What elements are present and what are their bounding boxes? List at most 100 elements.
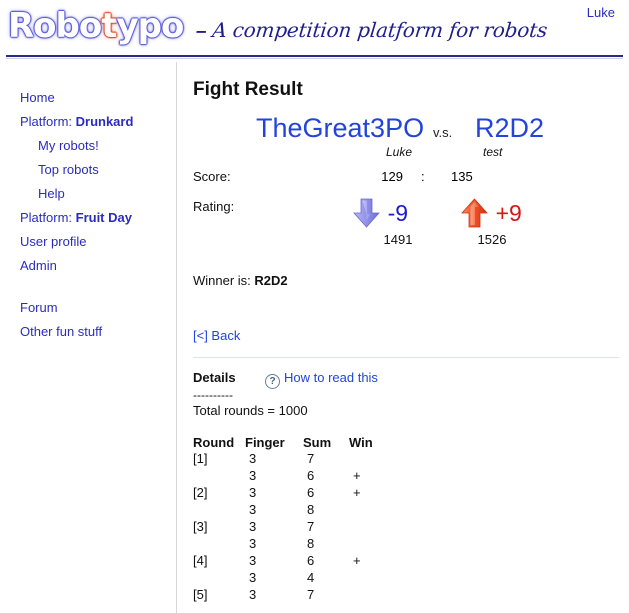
score-left-value: 129 [381,169,403,184]
cell-finger: 3 [249,468,257,483]
cell-win [349,536,391,553]
sidebar-item-user-profile[interactable]: User profile [0,230,176,254]
cell-round: [1] [193,451,208,466]
table-row: 3 8 [193,502,391,519]
sidebar-item-platform-drunkard[interactable]: Platform: Drunkard [0,110,176,134]
left-robot-owner: Luke [386,145,413,159]
sidebar-link-admin[interactable]: Admin [20,258,57,273]
sidebar-item-forum[interactable]: Forum [0,296,176,320]
right-delta-line: +9 [461,197,523,231]
column-header-sum: Sum [303,435,332,450]
winner-label: Winner is: [193,273,251,288]
sidebar-link-forum[interactable]: Forum [20,300,58,315]
right-robot-name[interactable]: R2D2 [475,113,544,143]
right-rating-block: +9 1526 [461,197,523,247]
fight-matchup: TheGreat3PO v.s. R2D2 Luke test [193,113,619,165]
left-rating-value: 1491 [383,232,413,247]
right-rating-delta: +9 [495,200,522,226]
cell-win [349,519,391,536]
versus-label: v.s. [433,125,453,140]
arrow-up-icon [461,197,489,229]
rounds-table-body: [1] 3 7 3 6 + [2] 3 6 + 3 8 [3] 3 7 3 8 … [193,451,391,604]
cell-win [349,570,391,587]
sidebar-item-home[interactable]: Home [0,86,176,110]
left-rating-block: -9 1491 [353,197,429,247]
logo-part-highlight: t [101,6,117,46]
sidebar-platform-prefix: Platform: [20,114,76,129]
cell-sum: 8 [307,536,315,551]
site-header: Robotypo – A competition platform for rob… [0,0,629,59]
cell-win: + [353,485,361,500]
cell-win: + [353,553,361,568]
sidebar-link-help[interactable]: Help [38,186,65,201]
sidebar-link-top-robots[interactable]: Top robots [38,162,99,177]
cell-finger: 3 [249,553,257,568]
right-rating-value: 1526 [477,232,507,247]
rounds-table-head: Round Finger Sum Win [193,435,391,451]
tagline-text: A competition platform for robots [211,18,549,42]
cell-round [193,502,245,519]
cell-sum: 4 [307,570,315,585]
left-robot-name[interactable]: TheGreat3PO [256,113,424,143]
tagline-dash: – [194,21,208,42]
site-logo: Robotypo [8,6,184,46]
column-header-round: Round [193,435,235,450]
rounds-table: Round Finger Sum Win [1] 3 7 3 6 + [2] 3… [193,435,391,604]
sidebar-item-my-robots[interactable]: My robots! [0,134,176,158]
question-circle-icon: ? [265,374,280,389]
score-label: Score: [193,169,231,184]
left-rating-delta: -9 [387,200,409,226]
current-user-link[interactable]: Luke [587,5,615,20]
left-delta-line: -9 [353,197,429,231]
cell-finger: 3 [249,451,257,466]
cell-round: [2] [193,485,208,500]
logo-part-1: Robo [8,6,102,46]
sidebar-list: Home Platform: Drunkard My robots! Top r… [0,62,176,344]
sidebar-link-platform-drunkard[interactable]: Drunkard [76,114,134,129]
sidebar-item-admin[interactable]: Admin [0,254,176,278]
right-robot-owner: test [483,145,503,159]
table-row: [1] 3 7 [193,451,391,468]
back-link[interactable]: [<] Back [193,328,240,343]
cell-round [193,570,245,587]
details-divider [193,357,619,358]
sidebar-item-top-robots[interactable]: Top robots [0,158,176,182]
cell-win: + [353,468,361,483]
sidebar-link-home[interactable]: Home [20,90,55,105]
sidebar-item-other-fun-stuff[interactable]: Other fun stuff [0,320,176,344]
cell-round: [4] [193,553,208,568]
table-row: [2] 3 6 + [193,485,391,502]
cell-finger: 3 [249,485,257,500]
page-body: Home Platform: Drunkard My robots! Top r… [0,62,629,613]
details-dashes: ---------- [193,388,233,402]
sidebar-link-user-profile[interactable]: User profile [20,234,86,249]
sidebar-link-other-fun-stuff[interactable]: Other fun stuff [20,324,102,339]
cell-finger: 3 [249,587,257,602]
score-right-value: 135 [451,169,473,184]
sidebar-link-platform-fruit-day[interactable]: Fruit Day [76,210,132,225]
table-row: [4] 3 6 + [193,553,391,570]
cell-finger: 3 [249,570,257,585]
cell-round: [5] [193,587,208,602]
score-separator: : [421,169,425,184]
cell-finger: 3 [249,502,257,517]
cell-sum: 7 [307,519,315,534]
back-row: [<] Back [193,328,619,343]
cell-round [193,536,245,553]
table-row: 3 6 + [193,468,391,485]
arrow-down-icon [353,197,381,229]
sidebar-link-my-robots[interactable]: My robots! [38,138,99,153]
cell-win [349,587,391,604]
sidebar-item-platform-fruit-day[interactable]: Platform: Fruit Day [0,206,176,230]
how-to-read-this-label: How to read this [284,370,378,385]
sidebar-item-help[interactable]: Help [0,182,176,206]
winner-row: Winner is: R2D2 [193,273,619,288]
how-to-read-this-link[interactable]: ? How to read this [265,370,378,389]
column-header-win: Win [349,435,373,450]
column-header-finger: Finger [245,435,285,450]
cell-sum: 7 [307,587,315,602]
rating-label: Rating: [193,199,235,214]
site-tagline: – A competition platform for robots [195,18,549,43]
page-title: Fight Result [193,79,303,100]
sidebar-platform-prefix-2: Platform: [20,210,76,225]
